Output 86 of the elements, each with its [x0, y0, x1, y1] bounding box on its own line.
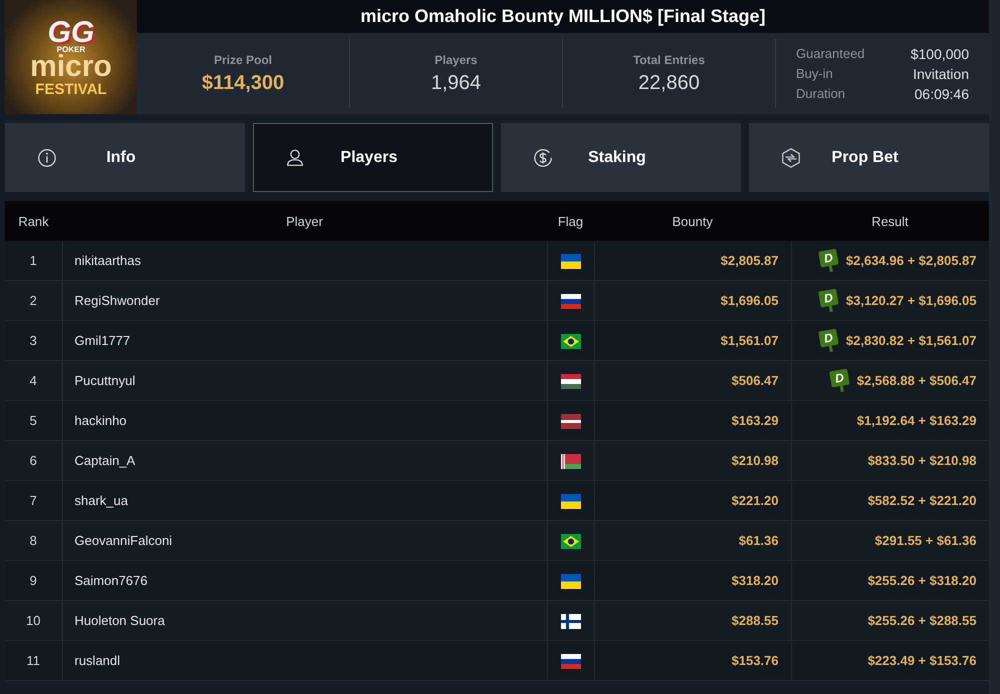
bounty-cell: $153.76	[594, 640, 791, 680]
bounty-cell: $1,696.05	[594, 280, 791, 320]
detail-value: Invitation	[912, 66, 969, 82]
flag-icon	[560, 534, 580, 549]
bounty-cell: $1,561.07	[594, 320, 791, 360]
rank-cell: 1	[5, 241, 62, 280]
deal-sign: D	[818, 288, 840, 313]
result-amount: $255.26 + $288.55	[868, 613, 976, 628]
column-header: Result	[791, 201, 989, 241]
flag-icon	[560, 254, 580, 269]
tournament-title: micro Omaholic Bounty MILLION$ [Final Stage]	[137, 0, 989, 33]
result-amount: $291.55 + $61.36	[874, 533, 976, 548]
stat-value: 22,860	[638, 72, 700, 94]
result-amount: $582.52 + $221.20	[868, 493, 976, 508]
stat-value: 1,964	[430, 72, 482, 94]
column-header: Flag	[547, 201, 594, 241]
result-amount: $833.50 + $210.98	[868, 453, 976, 468]
rank-cell: 4	[5, 360, 62, 400]
logo-drawing: GG POKER micro FESTIVAL	[5, 0, 137, 114]
player-name: Pucuttnyul	[62, 360, 547, 400]
player-name: GeovanniFalconi	[62, 520, 547, 560]
rank-cell: 2	[5, 280, 62, 320]
bounty-cell: $506.47	[594, 360, 791, 400]
coin-icon	[532, 146, 554, 168]
detail-label: Buy-in	[796, 66, 834, 82]
bounty-cell: $210.98	[594, 440, 791, 480]
flag-icon	[560, 574, 580, 589]
flag-icon	[560, 334, 580, 349]
stat-label: Total Entries	[633, 52, 705, 66]
rank-cell: 3	[5, 320, 62, 360]
result-amount: $3,120.27 + $1,696.05	[846, 293, 976, 308]
rank-cell: 11	[5, 640, 62, 680]
rank-cell: 10	[5, 600, 62, 640]
flag-icon	[560, 414, 580, 429]
bounty-cell: $2,805.87	[594, 241, 791, 280]
flag-icon	[560, 374, 580, 389]
tab[interactable]: Info	[5, 123, 245, 192]
result-amount: $255.26 + $318.20	[868, 573, 976, 588]
rank-cell: 8	[5, 520, 62, 560]
bounty-cell: $318.20	[594, 560, 791, 600]
bounty-cell: $61.36	[594, 520, 791, 560]
bounty-cell: $163.29	[594, 400, 791, 440]
player-name: Captain_A	[62, 440, 547, 480]
tab[interactable]: Staking	[501, 123, 741, 192]
detail-value: $100,000	[910, 46, 969, 62]
result-amount: $223.49 + $153.76	[868, 653, 976, 668]
stat-label: Prize Pool	[214, 52, 272, 66]
info-icon	[36, 146, 58, 168]
rank-cell: 6	[5, 440, 62, 480]
tab[interactable]: Prop Bet	[749, 123, 989, 192]
player-name: Saimon7676	[62, 560, 547, 600]
flag-icon	[560, 454, 580, 469]
column-header: Player	[62, 201, 547, 241]
tab[interactable]: Players	[253, 123, 493, 192]
column-header: Rank	[5, 201, 62, 241]
bounty-cell: $288.55	[594, 600, 791, 640]
detail-value: 06:09:46	[914, 86, 969, 102]
column-header: Bounty	[594, 201, 791, 241]
player-name: Huoleton Suora	[62, 600, 547, 640]
result-amount: $1,192.64 + $163.29	[856, 413, 976, 428]
detail-label: Duration	[796, 86, 846, 102]
flag-icon	[560, 294, 580, 309]
hexagon-icon	[780, 146, 802, 168]
player-name: hackinho	[62, 400, 547, 440]
person-icon	[284, 146, 306, 168]
stat-value: $114,300	[202, 72, 284, 94]
deal-sign: D	[818, 248, 840, 273]
rank-cell: 5	[5, 400, 62, 440]
bounty-cell: $221.20	[594, 480, 791, 520]
result-amount: $2,830.82 + $1,561.07	[846, 333, 976, 348]
flag-icon	[560, 614, 580, 629]
deal-sign: D	[829, 368, 851, 393]
player-name: ruslandl	[62, 640, 547, 680]
player-name: shark_ua	[62, 480, 547, 520]
result-amount: $2,568.88 + $506.47	[856, 373, 976, 388]
detail-label: Guaranteed	[796, 46, 866, 62]
result-amount: $2,634.96 + $2,805.87	[846, 253, 976, 268]
player-name: Gmil1777	[62, 320, 547, 360]
player-name: nikitaarthas	[62, 241, 547, 280]
deal-sign: D	[818, 328, 840, 353]
player-name: RegiShwonder	[62, 280, 547, 320]
rank-cell: 7	[5, 480, 62, 520]
rank-cell: 9	[5, 560, 62, 600]
flag-icon	[560, 494, 580, 509]
stat-label: Players	[434, 52, 478, 66]
flag-icon	[560, 654, 580, 669]
